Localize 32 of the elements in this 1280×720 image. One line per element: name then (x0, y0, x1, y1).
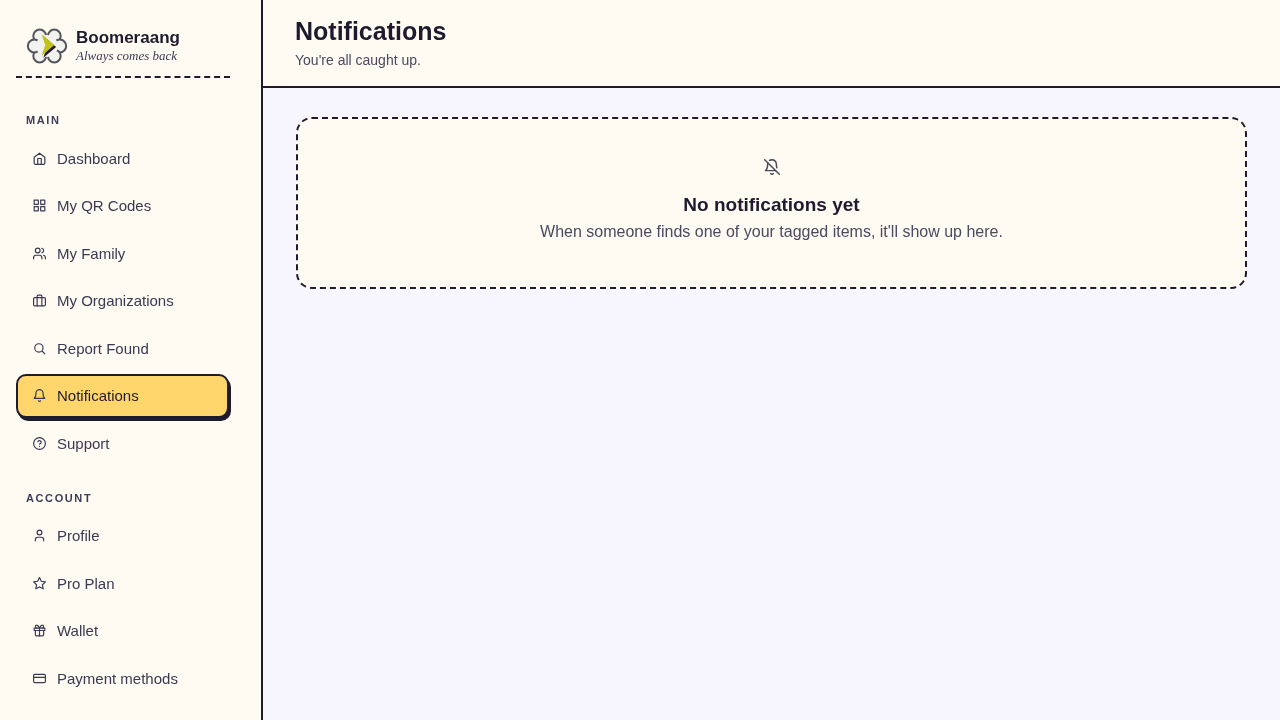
gift-icon (33, 624, 46, 638)
nav-item[interactable]: Support (16, 421, 229, 466)
page-title: Notifications (295, 16, 448, 46)
nav-item[interactable]: My Organizations (16, 278, 229, 323)
nav-item[interactable]: Dashboard (16, 136, 229, 180)
empty-state-message: When someone finds one of your tagged items, it'll show up here. (540, 222, 1003, 242)
section-heading: ACCOUNT (26, 490, 93, 505)
help-icon (33, 437, 46, 451)
nav-item[interactable]: Pro Plan (16, 561, 229, 606)
page-subtitle: You're all caught up. (295, 51, 422, 69)
empty-state-title: No notifications yet (683, 193, 860, 217)
bell-off-icon (763, 159, 780, 175)
section-heading: MAIN (26, 113, 61, 127)
nav-item[interactable]: Profile (16, 513, 229, 558)
nav-item[interactable]: Report Found (16, 326, 229, 371)
cloud-arrow-logo (26, 26, 68, 66)
search-icon (33, 341, 46, 355)
user-icon (33, 529, 46, 543)
bell-icon (33, 389, 46, 403)
nav-item[interactable]: Wallet (16, 608, 229, 653)
nav-item[interactable]: My QR Codes (16, 183, 229, 228)
brand-tagline: Always comes back (76, 48, 179, 63)
users-icon (33, 246, 46, 260)
nav-item[interactable]: Notifications (16, 373, 229, 418)
nav-item[interactable]: My Family (16, 231, 229, 276)
home-icon (33, 151, 46, 165)
briefcase-icon (33, 294, 46, 308)
star-icon (33, 576, 46, 590)
brand-name: Boomeraang (76, 29, 180, 48)
credit-card-icon (33, 671, 46, 685)
grid-icon (33, 199, 46, 213)
nav-item[interactable]: Payment methods (16, 656, 229, 701)
